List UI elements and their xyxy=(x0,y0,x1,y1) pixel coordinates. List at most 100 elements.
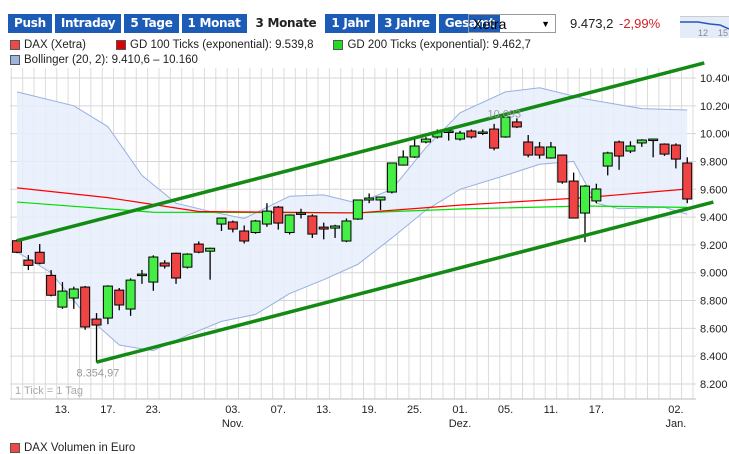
candle-body xyxy=(375,196,386,201)
y-tick-label: 10.000 xyxy=(700,129,729,141)
candle xyxy=(477,129,488,136)
candle-body xyxy=(102,285,113,319)
mini-chart-line: 12 15 xyxy=(680,21,729,38)
candle xyxy=(205,247,216,280)
candle-body xyxy=(534,146,545,156)
candle xyxy=(386,162,397,194)
bollinger-band-fill xyxy=(17,87,688,351)
candle-body xyxy=(341,220,352,242)
candle-body xyxy=(455,132,466,140)
tab-3-monate[interactable]: 3 Monate xyxy=(249,14,323,33)
x-tick-label: 03. xyxy=(225,404,240,416)
candle xyxy=(46,270,57,297)
candle-body xyxy=(68,288,79,299)
annotation-label: 8.354,97 xyxy=(77,367,120,379)
x-tick-label: 11. xyxy=(544,404,558,416)
candle-body xyxy=(12,240,22,253)
candle-body xyxy=(182,253,193,268)
candle xyxy=(375,196,386,211)
volume-legend-label: DAX Volumen in Euro xyxy=(24,442,136,454)
candle xyxy=(34,244,45,265)
candle xyxy=(409,139,420,158)
candle-body xyxy=(420,138,431,143)
mini-chart[interactable]: 12 15 xyxy=(680,16,729,38)
candle xyxy=(193,241,204,254)
y-tick-label: 9.000 xyxy=(700,268,728,280)
candle xyxy=(68,286,79,309)
candle-body xyxy=(500,116,511,138)
candle-body xyxy=(409,145,420,158)
x-tick-label: 17. xyxy=(100,404,115,416)
legend-row-2: Bollinger (20, 2): 9.410,6 – 10.160 xyxy=(10,54,198,66)
candle-body xyxy=(386,162,397,193)
candle-body xyxy=(261,210,272,225)
candle-body xyxy=(489,128,500,149)
tab-5-tage[interactable]: 5 Tage xyxy=(124,14,179,33)
candle xyxy=(670,143,681,169)
candle-body xyxy=(23,259,34,266)
candle-body xyxy=(477,131,488,134)
legend-swatch xyxy=(10,443,20,453)
x-tick-label: 05. xyxy=(498,404,513,416)
candle-body xyxy=(614,141,625,157)
tab-3-jahre[interactable]: 3 Jahre xyxy=(378,14,436,33)
candle xyxy=(625,141,636,154)
exchange-value: Xetra xyxy=(473,16,507,32)
mini-label: 12 xyxy=(698,28,708,38)
tab-push[interactable]: Push xyxy=(8,14,52,33)
candle xyxy=(580,185,590,243)
y-tick-label: 8.600 xyxy=(700,323,728,335)
exchange-select[interactable]: Xetra ▼ xyxy=(468,14,556,33)
candle xyxy=(568,172,579,219)
candle xyxy=(682,157,693,204)
candle xyxy=(648,138,659,158)
candle-body xyxy=(216,217,227,225)
candle xyxy=(443,129,454,141)
candlestick-chart[interactable]: 8.200 8.400 8.600 8.800 9.000 9.200 9.400 9.600… xyxy=(0,0,729,450)
candle xyxy=(364,193,375,204)
legend-gd200: GD 200 Ticks (exponential): 9.462,7 xyxy=(347,39,531,51)
y-tick-label: 9.800 xyxy=(700,156,728,168)
bollinger-upper-line xyxy=(16,87,688,220)
candle xyxy=(148,255,159,291)
x-tick-label: 13. xyxy=(316,404,331,416)
candle xyxy=(534,141,545,159)
candle xyxy=(318,222,329,240)
x-tick-label: 25. xyxy=(407,404,422,416)
candle xyxy=(239,225,250,244)
candle-body xyxy=(239,230,250,242)
annotation-label: 10.093 xyxy=(487,109,521,121)
candle-body xyxy=(432,131,443,138)
x-tick-label: 01. xyxy=(452,404,467,416)
candle xyxy=(352,199,363,220)
period-tabs: Push Intraday 5 Tage 1 Monat 3 Monate 1 … xyxy=(8,14,501,33)
candle-body xyxy=(670,144,681,160)
candle-body xyxy=(682,162,693,200)
candle-body xyxy=(352,199,363,220)
mini-label: 15 xyxy=(718,28,728,38)
trend-line xyxy=(96,200,714,364)
gd200-line xyxy=(16,201,688,214)
candle-body xyxy=(46,274,57,296)
legend-row-1: DAX (Xetra) GD 100 Ticks (exponential): … xyxy=(10,39,531,51)
x-tick-month: Dez. xyxy=(449,418,472,430)
candle-body xyxy=(171,252,182,279)
candle-body xyxy=(330,225,341,229)
legend-swatch xyxy=(333,40,344,50)
candle xyxy=(125,278,136,316)
candle-body xyxy=(602,152,613,167)
candle-body xyxy=(568,180,579,219)
y-tick-label: 9.600 xyxy=(700,184,728,196)
y-tick-label: 10.400 xyxy=(700,73,729,85)
candle-body xyxy=(159,262,170,267)
tab-1-monat[interactable]: 1 Monat xyxy=(181,14,247,33)
candle xyxy=(341,218,352,243)
candle-body xyxy=(57,290,68,308)
gd100-line xyxy=(16,187,688,214)
x-tick-label: 17. xyxy=(589,404,604,416)
candle xyxy=(511,118,522,129)
x-tick-label: 13. xyxy=(55,404,70,416)
bollinger-lower-line xyxy=(16,160,688,352)
tab-1-jahr[interactable]: 1 Jahr xyxy=(325,14,376,33)
tab-intraday[interactable]: Intraday xyxy=(54,14,122,33)
